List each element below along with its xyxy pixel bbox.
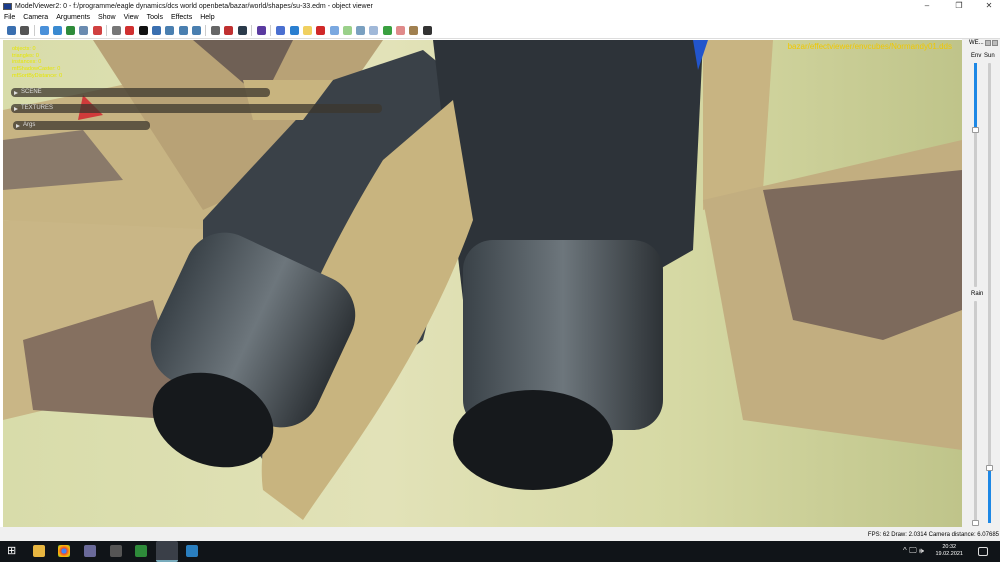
app-icon-7[interactable]: [186, 545, 198, 557]
funnel-icon[interactable]: [151, 26, 161, 35]
date: 19.02.2021: [935, 551, 963, 557]
toolbar-separator: [270, 25, 272, 36]
toolbar-separator: [106, 25, 108, 36]
start-button[interactable]: ⊞: [7, 545, 19, 557]
args-panel-toggle[interactable]: Args: [13, 121, 150, 130]
lamp-icon[interactable]: [409, 26, 419, 35]
scene-panel-toggle[interactable]: SCENE: [11, 88, 270, 97]
pin-icon[interactable]: [422, 26, 432, 35]
stats-overlay: objects: 0 triangles: 0 instances: 0 mfS…: [12, 46, 62, 80]
stat-triangles: triangles: 0: [12, 52, 39, 59]
user-icon[interactable]: [20, 26, 30, 35]
app-icon: [3, 2, 12, 10]
gear-icon[interactable]: [112, 26, 122, 35]
flask-icon[interactable]: [165, 26, 175, 35]
minimize-button[interactable]: –: [916, 0, 938, 12]
blue-dot-icon[interactable]: [289, 26, 299, 35]
weather-title: WE...: [969, 40, 984, 46]
toolbar-separator: [33, 25, 35, 36]
save-icon[interactable]: [7, 26, 16, 35]
env-label: Env: [971, 53, 982, 59]
system-tray[interactable]: ^ 🖵 🕪: [903, 546, 924, 556]
taskbar: ⊞ ^ 🖵 🕪 20:32 19.02.2021: [0, 541, 1000, 562]
rotate-icon[interactable]: [52, 26, 62, 35]
black-square-icon[interactable]: [138, 26, 148, 35]
close-button[interactable]: ✕: [978, 0, 1000, 12]
rain-label: Rain: [971, 291, 984, 297]
rain-slider[interactable]: [972, 301, 979, 526]
menu-view[interactable]: View: [124, 14, 139, 21]
env-texture-path: bazar/effectviewer/envcubes/Normandy01.d…: [787, 42, 952, 51]
toolbar: [0, 23, 1000, 39]
toolbar-separator: [251, 25, 253, 36]
menu-effects[interactable]: Effects: [171, 14, 192, 21]
crosshair-icon[interactable]: [125, 26, 135, 35]
target-icon[interactable]: [396, 26, 406, 35]
float-button[interactable]: [985, 40, 991, 46]
app-icon-5[interactable]: [135, 545, 147, 557]
textures-panel-toggle[interactable]: TEXTURES: [11, 104, 382, 113]
sphere-icon[interactable]: [39, 26, 49, 35]
menu-camera[interactable]: Camera: [23, 14, 48, 21]
menu-arguments[interactable]: Arguments: [56, 14, 90, 21]
app-icon-4[interactable]: [110, 545, 122, 557]
rain-handle[interactable]: [972, 520, 979, 526]
runner-icon[interactable]: [92, 26, 102, 35]
app-icon-3[interactable]: [84, 545, 96, 557]
copy-icon[interactable]: [302, 26, 312, 35]
arrow-left-icon[interactable]: [178, 26, 188, 35]
close-panel-button[interactable]: [992, 40, 998, 46]
sun-slider[interactable]: [986, 63, 993, 523]
notifications-icon[interactable]: [978, 547, 988, 556]
window-title: ModelViewer2: 0 - f:/programme/eagle dyn…: [15, 2, 373, 10]
env-slider[interactable]: [972, 63, 979, 287]
blue-sphere-icon[interactable]: [329, 26, 339, 35]
weather-panel: WE... Env Sun Rain: [962, 39, 1000, 527]
clock[interactable]: 20:32 19.02.2021: [935, 544, 963, 558]
undo-icon[interactable]: [257, 26, 267, 35]
3d-viewport[interactable]: objects: 0 triangles: 0 instances: 0 mfS…: [3, 40, 962, 527]
aircraft-render: [3, 40, 962, 520]
arrow-right-icon[interactable]: [191, 26, 201, 35]
status-bar: FPS: 62 Draw: 2.0314 Camera distance: 6.…: [0, 527, 1000, 541]
refresh-icon[interactable]: [66, 26, 76, 35]
image-icon[interactable]: [79, 26, 89, 35]
menu-show[interactable]: Show: [98, 14, 116, 21]
rgb-icon[interactable]: [224, 26, 234, 35]
stat-sort-distance: mfSortByDistance: 0: [12, 72, 63, 79]
env-handle[interactable]: [972, 127, 979, 134]
grid-icon[interactable]: [382, 26, 392, 35]
toolbar-separator: [205, 25, 207, 36]
skeleton-icon[interactable]: [356, 26, 366, 35]
title-bar: ModelViewer2: 0 - f:/programme/eagle dyn…: [0, 0, 1000, 12]
sun-handle[interactable]: [986, 464, 993, 471]
bar-chart-icon[interactable]: [276, 26, 286, 35]
chrome-icon[interactable]: [58, 545, 70, 557]
menu-bar: File Camera Arguments Show View Tools Ef…: [0, 12, 1000, 23]
sun-fill: [988, 467, 991, 523]
green-sphere-icon[interactable]: [342, 26, 352, 35]
monitor-icon[interactable]: [237, 26, 247, 35]
env-fill: [974, 63, 977, 131]
red-cube-icon[interactable]: [316, 26, 326, 35]
maximize-button[interactable]: ❐: [948, 0, 970, 12]
stat-objects: objects: 0: [12, 46, 36, 52]
stat-instances: instances: 0: [12, 59, 42, 66]
menu-tools[interactable]: Tools: [147, 14, 163, 21]
portrait-icon[interactable]: [211, 26, 221, 35]
menu-help[interactable]: Help: [200, 14, 214, 21]
explorer-icon[interactable]: [33, 545, 45, 557]
list-icon[interactable]: [369, 26, 379, 35]
time: 20:32: [942, 544, 957, 550]
stat-shadow-caster: mfShadowCaster: 0: [12, 66, 61, 73]
menu-file[interactable]: File: [4, 14, 15, 21]
modelviewer-task[interactable]: [156, 541, 178, 562]
sun-label: Sun: [984, 53, 995, 59]
